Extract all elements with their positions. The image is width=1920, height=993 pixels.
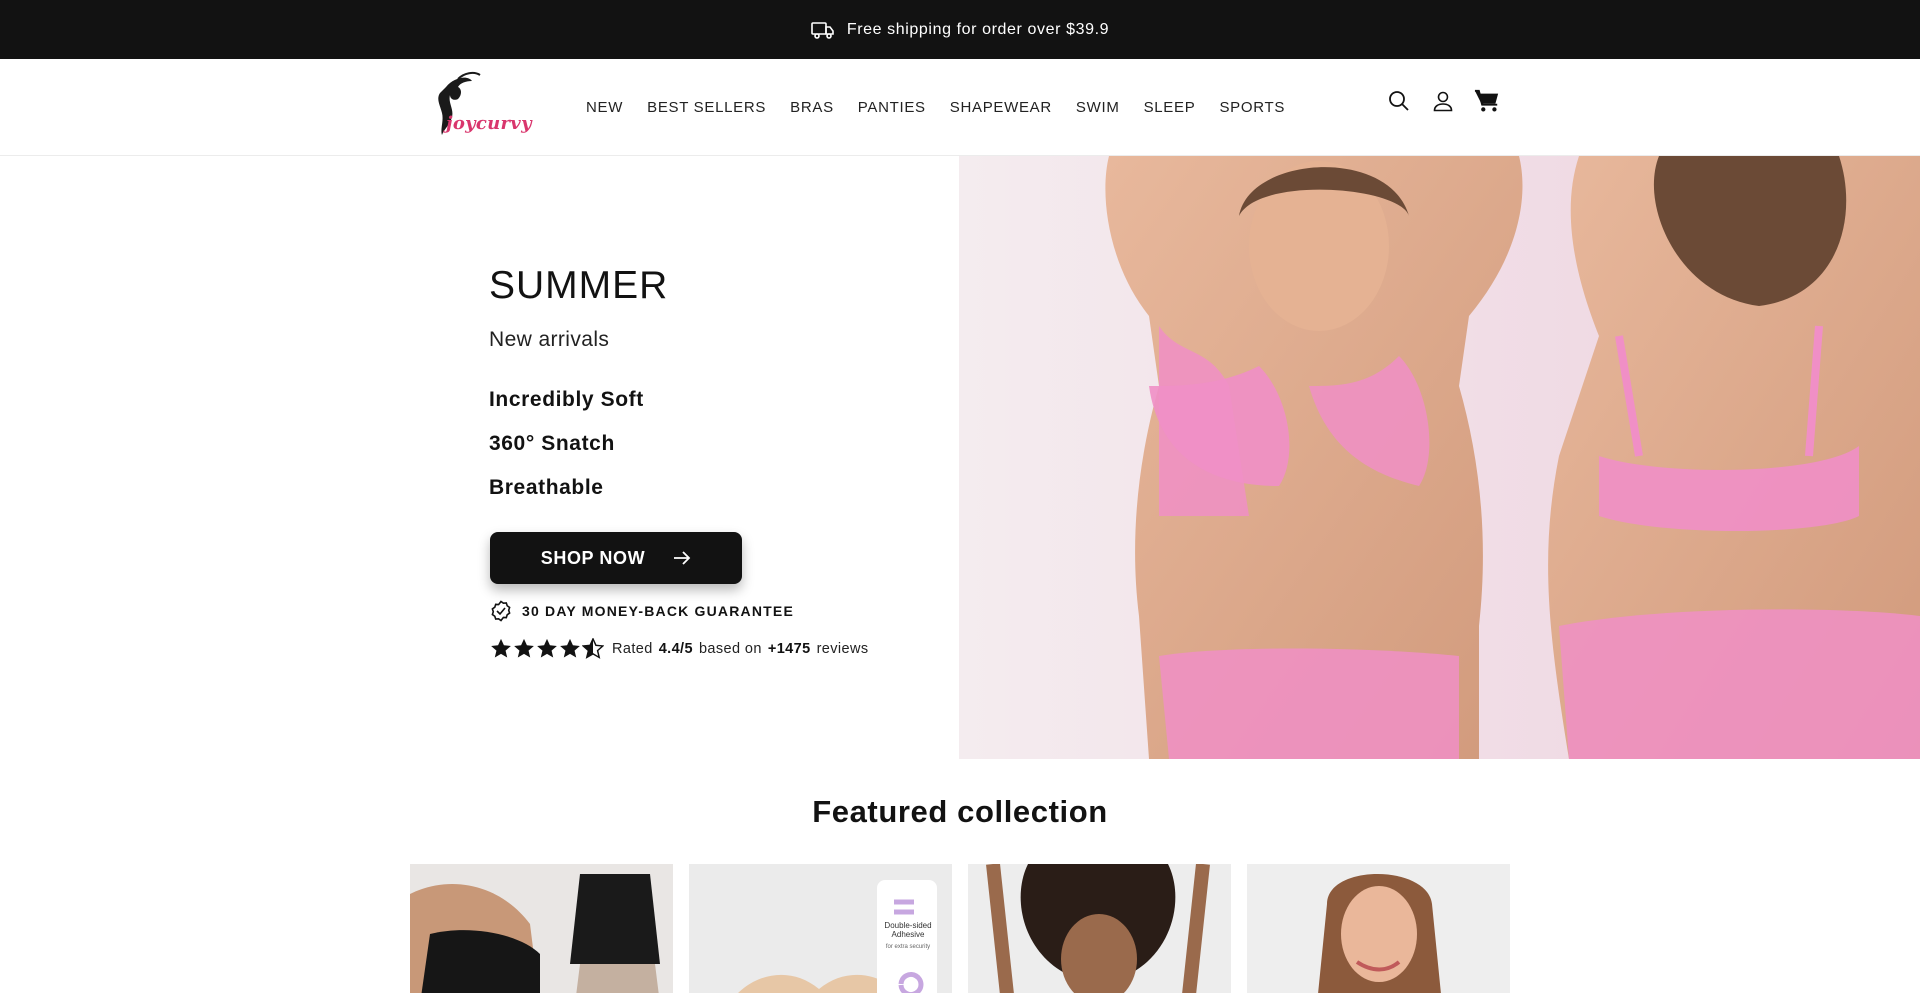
truck-icon [811, 21, 835, 39]
logo-text: joycurvy [446, 113, 532, 134]
nav-item-new[interactable]: NEW [574, 99, 635, 116]
hero-feature: Breathable [489, 476, 604, 499]
guarantee-text: 30 DAY MONEY-BACK GUARANTEE [522, 603, 794, 619]
cart-icon[interactable] [1474, 87, 1500, 115]
hero-subtitle: New arrivals [489, 328, 610, 351]
main-nav: NEW BEST SELLERS BRAS PANTIES SHAPEWEAR … [574, 59, 1297, 155]
product-image [968, 864, 1231, 993]
product-badge-subtext: for extra security [885, 944, 931, 950]
rating-suffix: reviews [816, 640, 869, 657]
product-image [1247, 864, 1510, 993]
product-card[interactable]: Double-sided Adhesive for extra security [689, 864, 952, 993]
hero-title: SUMMER [489, 264, 669, 307]
rating-score: 4.4/5 [658, 640, 693, 657]
brand-logo[interactable]: joycurvy [428, 69, 532, 149]
shop-now-button[interactable]: SHOP NOW [490, 532, 742, 584]
rating-middle: based on [698, 640, 762, 657]
nav-item-sports[interactable]: SPORTS [1207, 99, 1297, 116]
account-icon[interactable] [1430, 87, 1456, 115]
announcement-text: Free shipping for order over $39.9 [846, 20, 1110, 38]
hero-copy: SUMMER New arrivals Incredibly Soft 360°… [0, 156, 960, 759]
search-icon[interactable] [1386, 87, 1412, 115]
rating-count: +1475 [767, 640, 811, 657]
nav-item-panties[interactable]: PANTIES [846, 99, 938, 116]
hero-feature: 360° Snatch [489, 432, 615, 455]
hero-section: SUMMER New arrivals Incredibly Soft 360°… [0, 156, 1920, 759]
star-half-icon [582, 638, 604, 659]
star-icon [560, 638, 580, 658]
rating-stars [490, 638, 604, 659]
featured-collection-title: Featured collection [812, 794, 1108, 829]
arrow-right-icon [673, 551, 691, 565]
rating-prefix: Rated [612, 640, 653, 657]
header-icons [1386, 87, 1500, 115]
product-image [410, 864, 673, 993]
announcement-bar: Free shipping for order over $39.9 [0, 0, 1920, 59]
nav-item-swim[interactable]: SWIM [1064, 99, 1132, 116]
rating-summary: Rated 4.4/5 based on +1475 reviews [490, 638, 869, 659]
product-card[interactable] [968, 864, 1231, 993]
nav-item-shapewear[interactable]: SHAPEWEAR [938, 99, 1064, 116]
site-header: joycurvy NEW BEST SELLERS BRAS PANTIES S… [0, 59, 1920, 156]
star-icon [537, 638, 557, 658]
product-card[interactable] [410, 864, 673, 993]
star-icon [491, 638, 511, 658]
nav-item-sleep[interactable]: SLEEP [1132, 99, 1208, 116]
featured-product-grid: Double-sided Adhesive for extra security [410, 864, 1510, 993]
guarantee-badge: 30 DAY MONEY-BACK GUARANTEE [490, 600, 794, 622]
logo-silhouette-icon [438, 71, 481, 135]
verified-badge-icon [490, 600, 512, 622]
nav-item-best-sellers[interactable]: BEST SELLERS [635, 99, 778, 116]
shop-now-label: SHOP NOW [540, 547, 646, 568]
hero-models-illustration [1105, 156, 1920, 759]
product-card[interactable] [1247, 864, 1510, 993]
star-icon [514, 638, 534, 658]
product-badge-text: Double-sided Adhesive [884, 921, 932, 939]
hero-image[interactable] [959, 156, 1920, 759]
nav-item-bras[interactable]: BRAS [778, 99, 846, 116]
hero-feature: Incredibly Soft [489, 388, 644, 411]
